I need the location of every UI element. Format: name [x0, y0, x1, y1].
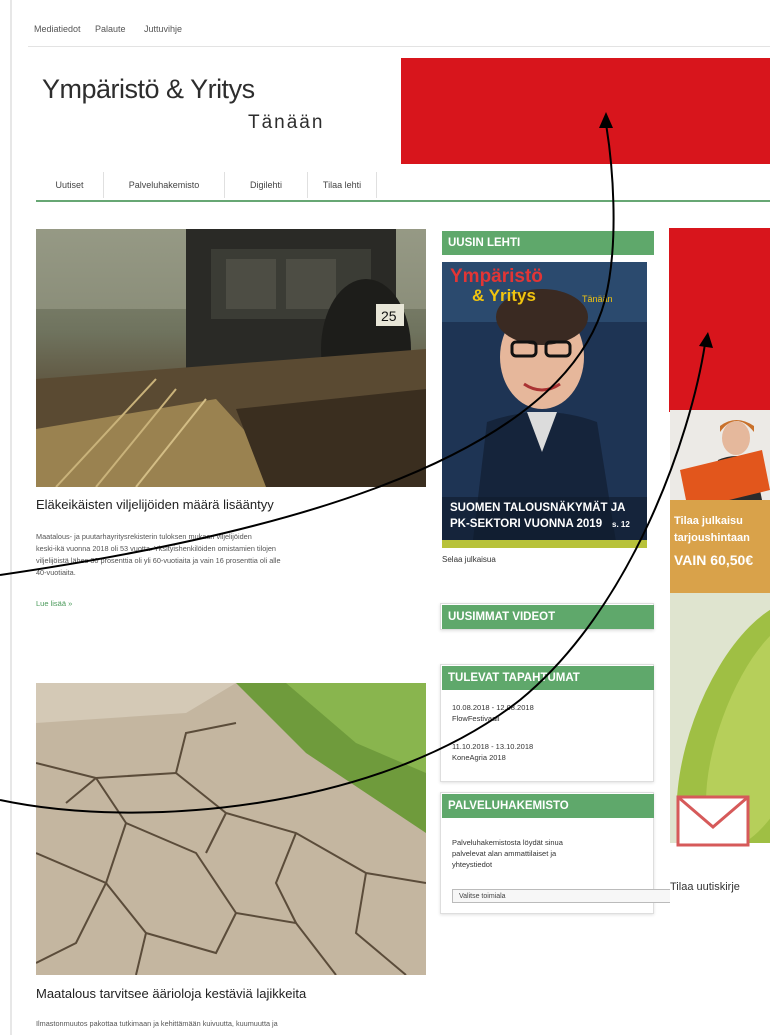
annotation-arrows [0, 112, 713, 814]
arrow-head-icon [599, 112, 613, 128]
arrow-head-icon [699, 332, 713, 348]
page: Mediatiedot Palaute Juttuvihje Ympäristö… [0, 0, 770, 1035]
arrow-to-header-banner [0, 123, 615, 576]
arrow-to-sidebar-banner [0, 343, 706, 814]
